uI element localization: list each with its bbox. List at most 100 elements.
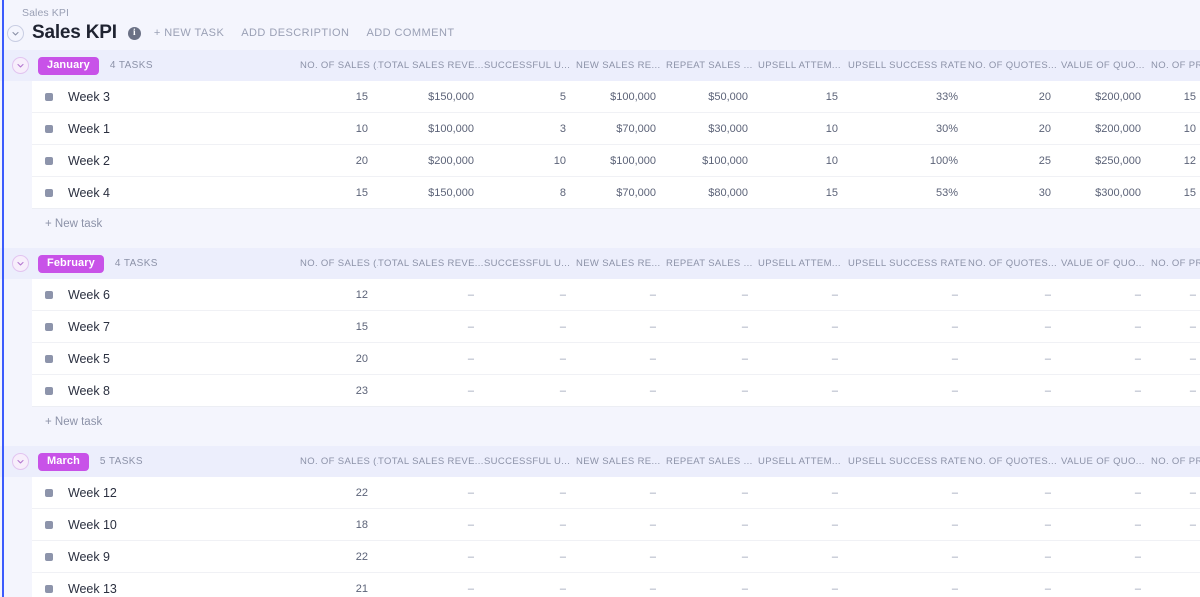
task-status-square-icon[interactable] bbox=[45, 291, 53, 299]
chevron-down-icon[interactable] bbox=[7, 25, 24, 42]
table-cell[interactable]: $150,000 bbox=[378, 91, 484, 103]
table-cell[interactable]: – bbox=[1151, 385, 1200, 397]
breadcrumb[interactable]: Sales KPI bbox=[18, 6, 1200, 20]
table-cell[interactable]: – bbox=[576, 551, 666, 563]
table-cell[interactable]: – bbox=[484, 321, 576, 333]
column-header[interactable]: TOTAL SALES REVE... bbox=[378, 258, 484, 269]
table-cell[interactable]: 10 bbox=[758, 123, 848, 135]
table-cell[interactable]: – bbox=[848, 487, 968, 499]
task-status-square-icon[interactable] bbox=[45, 125, 53, 133]
column-header[interactable]: TOTAL SALES REVE... bbox=[378, 60, 484, 71]
column-header[interactable]: NEW SALES RE... bbox=[576, 258, 666, 269]
column-header[interactable]: VALUE OF QUO... bbox=[1061, 456, 1151, 467]
task-status-square-icon[interactable] bbox=[45, 489, 53, 497]
table-cell[interactable]: – bbox=[758, 321, 848, 333]
table-cell[interactable]: 10 bbox=[758, 155, 848, 167]
task-name-cell[interactable]: Week 7 bbox=[32, 320, 300, 334]
table-cell[interactable]: $80,000 bbox=[666, 187, 758, 199]
table-cell[interactable]: 10 bbox=[300, 123, 378, 135]
table-cell[interactable]: $300,000 bbox=[1061, 187, 1151, 199]
table-cell[interactable]: – bbox=[848, 519, 968, 531]
table-cell[interactable]: $70,000 bbox=[576, 187, 666, 199]
table-cell[interactable]: $200,000 bbox=[378, 155, 484, 167]
table-row[interactable]: Week 922–––––––– bbox=[32, 541, 1200, 573]
new-task-label[interactable]: + New task bbox=[45, 218, 102, 230]
task-name-cell[interactable]: Week 3 bbox=[32, 90, 300, 104]
column-header[interactable]: UPSELL SUCCESS RATE bbox=[848, 258, 968, 269]
table-cell[interactable]: – bbox=[758, 289, 848, 301]
table-row[interactable]: Week 220$200,00010$100,000$100,00010100%… bbox=[32, 145, 1200, 177]
table-cell[interactable]: 22 bbox=[300, 551, 378, 563]
column-header[interactable]: TOTAL SALES REVE... bbox=[378, 456, 484, 467]
table-cell[interactable]: 20 bbox=[968, 91, 1061, 103]
task-status-square-icon[interactable] bbox=[45, 355, 53, 363]
table-cell[interactable]: – bbox=[484, 519, 576, 531]
column-header[interactable]: NO. OF PRO bbox=[1151, 60, 1200, 71]
table-cell[interactable]: – bbox=[848, 385, 968, 397]
table-cell[interactable]: – bbox=[1061, 321, 1151, 333]
column-header[interactable]: REPEAT SALES ... bbox=[666, 456, 758, 467]
column-header[interactable]: NO. OF QUOTES... bbox=[968, 60, 1061, 71]
table-cell[interactable]: 15 bbox=[300, 187, 378, 199]
table-cell[interactable]: – bbox=[576, 583, 666, 595]
table-cell[interactable]: – bbox=[378, 519, 484, 531]
table-cell[interactable]: 20 bbox=[300, 155, 378, 167]
table-cell[interactable]: 100% bbox=[848, 155, 968, 167]
table-cell[interactable]: 15 bbox=[300, 91, 378, 103]
table-row[interactable]: Week 520––––––––– bbox=[32, 343, 1200, 375]
add-comment-button[interactable]: ADD COMMENT bbox=[366, 27, 454, 39]
table-cell[interactable]: – bbox=[378, 583, 484, 595]
table-cell[interactable]: 21 bbox=[300, 583, 378, 595]
table-cell[interactable]: – bbox=[968, 321, 1061, 333]
table-cell[interactable]: – bbox=[1061, 583, 1151, 595]
task-status-square-icon[interactable] bbox=[45, 585, 53, 593]
column-header[interactable]: UPSELL ATTEM... bbox=[758, 258, 848, 269]
column-header[interactable]: UPSELL ATTEM... bbox=[758, 60, 848, 71]
task-status-square-icon[interactable] bbox=[45, 93, 53, 101]
chevron-down-icon[interactable] bbox=[12, 57, 29, 74]
table-cell[interactable]: 15 bbox=[758, 91, 848, 103]
column-header[interactable]: NEW SALES RE... bbox=[576, 60, 666, 71]
table-cell[interactable]: – bbox=[666, 551, 758, 563]
table-cell[interactable]: 5 bbox=[484, 91, 576, 103]
table-cell[interactable]: $100,000 bbox=[576, 91, 666, 103]
column-header[interactable]: NO. OF QUOTES... bbox=[968, 258, 1061, 269]
table-cell[interactable]: – bbox=[1151, 289, 1200, 301]
column-header[interactable]: NO. OF SALES (... bbox=[300, 60, 378, 71]
table-cell[interactable]: 3 bbox=[484, 123, 576, 135]
table-cell[interactable]: – bbox=[576, 321, 666, 333]
table-cell[interactable]: – bbox=[1061, 289, 1151, 301]
table-cell[interactable]: 8 bbox=[484, 187, 576, 199]
task-status-square-icon[interactable] bbox=[45, 157, 53, 165]
table-row[interactable]: Week 1321–––––––– bbox=[32, 573, 1200, 597]
table-cell[interactable]: – bbox=[848, 321, 968, 333]
table-cell[interactable]: $30,000 bbox=[666, 123, 758, 135]
task-status-square-icon[interactable] bbox=[45, 323, 53, 331]
column-header[interactable]: UPSELL ATTEM... bbox=[758, 456, 848, 467]
table-cell[interactable]: 53% bbox=[848, 187, 968, 199]
task-name-cell[interactable]: Week 1 bbox=[32, 122, 300, 136]
table-cell[interactable]: – bbox=[576, 487, 666, 499]
column-header[interactable]: SUCCESSFUL U... bbox=[484, 60, 576, 71]
table-cell[interactable]: – bbox=[378, 551, 484, 563]
table-cell[interactable]: 15 bbox=[1151, 187, 1200, 199]
table-cell[interactable]: $200,000 bbox=[1061, 123, 1151, 135]
info-icon[interactable]: i bbox=[128, 27, 141, 40]
table-cell[interactable]: – bbox=[1151, 321, 1200, 333]
table-cell[interactable]: – bbox=[848, 289, 968, 301]
table-cell[interactable]: – bbox=[848, 353, 968, 365]
table-cell[interactable]: – bbox=[1061, 551, 1151, 563]
table-cell[interactable]: – bbox=[484, 289, 576, 301]
task-name-cell[interactable]: Week 10 bbox=[32, 518, 300, 532]
group-month-badge[interactable]: January bbox=[38, 57, 99, 75]
new-task-label[interactable]: + New task bbox=[45, 416, 102, 428]
task-name-cell[interactable]: Week 8 bbox=[32, 384, 300, 398]
table-cell[interactable]: $50,000 bbox=[666, 91, 758, 103]
column-header[interactable]: VALUE OF QUO... bbox=[1061, 258, 1151, 269]
table-cell[interactable]: – bbox=[666, 289, 758, 301]
table-cell[interactable]: $250,000 bbox=[1061, 155, 1151, 167]
table-cell[interactable]: – bbox=[484, 353, 576, 365]
table-cell[interactable]: – bbox=[666, 487, 758, 499]
table-cell[interactable]: $100,000 bbox=[378, 123, 484, 135]
task-status-square-icon[interactable] bbox=[45, 521, 53, 529]
